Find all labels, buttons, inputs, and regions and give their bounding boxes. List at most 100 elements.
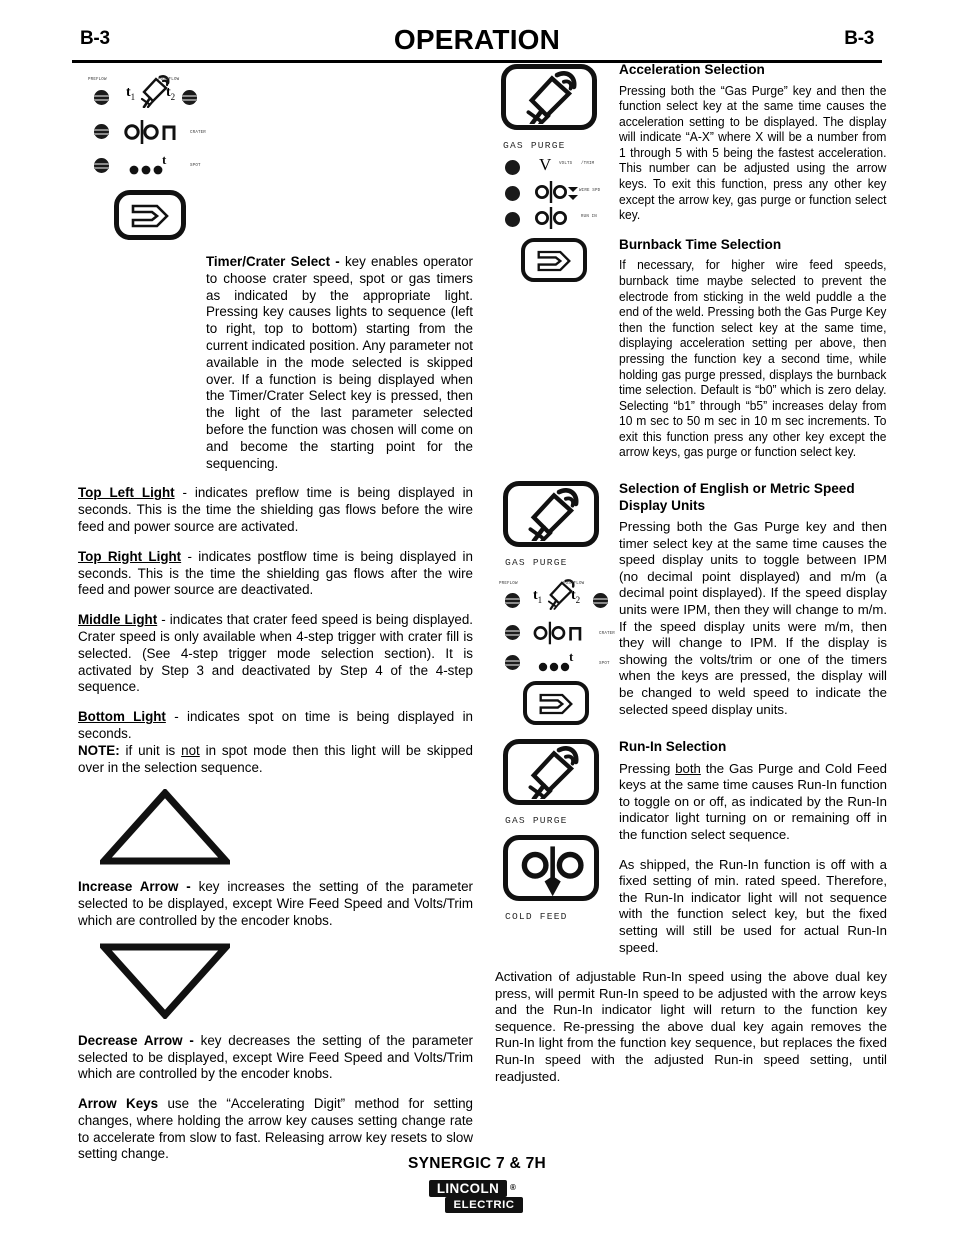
preflow-indicator-led bbox=[94, 90, 109, 105]
note-label: NOTE: bbox=[78, 742, 120, 758]
arrow-keys-block: Arrow Keys use the “Accelerating Digit” … bbox=[78, 1096, 473, 1163]
middle-light-block: Middle Light - indicates that crater fee… bbox=[78, 612, 473, 696]
postflow-label: POSTFLOW bbox=[563, 581, 585, 586]
cold-feed-key[interactable] bbox=[503, 835, 599, 902]
timer-crater-body: key enables operator to choose crater sp… bbox=[206, 254, 474, 471]
logo-electric-text: ELECTRIC bbox=[445, 1197, 523, 1213]
t1-glyph: t1 bbox=[533, 588, 543, 605]
gas-purge-key[interactable] bbox=[503, 739, 599, 806]
page-title: OPERATION bbox=[393, 24, 561, 55]
burnback-paragraph: If necessary, for higher wire feed speed… bbox=[619, 258, 887, 460]
page-number-right: B-3 bbox=[844, 28, 874, 49]
top-left-light-block: Top Left Light - indicates preflow time … bbox=[78, 485, 473, 535]
spot-dots-icon: t bbox=[129, 152, 167, 175]
crater-indicator-led bbox=[94, 124, 109, 139]
logo-lincoln-text: LINCOLN bbox=[429, 1180, 507, 1197]
registered-trademark-icon: ® bbox=[510, 1183, 516, 1192]
gas-purge-key-label: GAS PURGE bbox=[503, 140, 566, 151]
svg-text:t: t bbox=[569, 649, 574, 664]
increase-arrow-icon[interactable] bbox=[100, 789, 230, 865]
gas-purge-torch-icon bbox=[526, 70, 577, 124]
units-section-wrap: GAS PURGE PREFLOW t1 t2 POSTFLOW CRATER … bbox=[495, 481, 887, 731]
postflow-label: POSTFLOW bbox=[158, 77, 180, 82]
cold-feed-icon bbox=[521, 846, 584, 897]
product-name: SYNERGIC 7 & 7H bbox=[407, 1155, 546, 1172]
timer-crater-lead: Timer/Crater Select - bbox=[206, 254, 345, 269]
function-select-key[interactable] bbox=[521, 238, 587, 282]
crater-indicator-led bbox=[505, 625, 520, 641]
document-page: B-3 OPERATION B-3 PREFLOW t1 t2 POSTFLOW… bbox=[0, 0, 954, 1235]
increase-arrow-art-wrap bbox=[78, 789, 473, 869]
decrease-arrow-lead: Decrease Arrow - bbox=[78, 1032, 201, 1048]
t1-glyph: t1 bbox=[126, 85, 136, 102]
arrow-keys-lead: Arrow Keys bbox=[78, 1096, 168, 1112]
spot-mode-note: NOTE: if unit is not in spot mode then t… bbox=[78, 743, 473, 777]
gas-purge-torch-icon bbox=[528, 746, 579, 800]
crater-waveform-icon bbox=[533, 621, 582, 645]
trim-micro-label: /TRIM bbox=[581, 161, 595, 166]
postflow-indicator-led bbox=[182, 90, 197, 105]
wire-speed-icon bbox=[535, 181, 578, 203]
preflow-label: PREFLOW bbox=[499, 581, 518, 586]
run-in-text: Run-In Selection Pressing both the Gas P… bbox=[619, 739, 887, 956]
run-in-paragraph-3: Activation of adjustable Run-In speed us… bbox=[495, 969, 887, 1084]
spot-label: SPOT bbox=[599, 661, 610, 666]
page-footer: SYNERGIC 7 & 7H LINCOLN ® ELECTRIC bbox=[0, 1155, 954, 1219]
acceleration-heading: Acceleration Selection bbox=[619, 62, 765, 77]
decrease-arrow-block: Decrease Arrow - key decreases the setti… bbox=[78, 1033, 473, 1083]
decrease-arrow-icon[interactable] bbox=[100, 943, 230, 1019]
preflow-label: PREFLOW bbox=[88, 77, 107, 82]
intro-with-art: PREFLOW t1 t2 POSTFLOW CRATER t SPOT Tim… bbox=[78, 62, 473, 472]
left-column: PREFLOW t1 t2 POSTFLOW CRATER t SPOT Tim… bbox=[78, 62, 473, 1176]
gas-purge-function-panel-diagram: GAS PURGE V VOLTS /TRIM WIRE SPD RUN IN bbox=[495, 62, 615, 290]
volts-symbol: V bbox=[539, 155, 552, 174]
timer-crater-select-text: Timer/Crater Select - key enables operat… bbox=[206, 254, 473, 472]
return-arrow-icon bbox=[537, 250, 571, 272]
run-in-section-wrap: GAS PURGE COLD FEED Run-In Selection Pre… bbox=[495, 739, 887, 956]
return-arrow-icon bbox=[131, 204, 169, 228]
bottom-light-block: Bottom Light - indicates spot on time is… bbox=[78, 709, 473, 743]
t2-glyph: t2 bbox=[571, 588, 581, 605]
gas-purge-timer-panel-diagram: GAS PURGE PREFLOW t1 t2 POSTFLOW CRATER … bbox=[495, 481, 619, 727]
run-in-icon bbox=[535, 207, 567, 229]
page-header: B-3 OPERATION B-3 bbox=[72, 24, 882, 64]
middle-light-lead: Middle Light bbox=[78, 612, 158, 628]
increase-arrow-lead: Increase Arrow - bbox=[78, 879, 199, 895]
crater-label: CRATER bbox=[190, 130, 206, 135]
note-emphasis: not bbox=[181, 742, 200, 758]
run-in-heading: Run-In Selection bbox=[619, 739, 727, 755]
crater-waveform-icon bbox=[124, 120, 176, 144]
run-in-emphasis: both bbox=[675, 760, 701, 776]
top-right-light-lead: Top Right Light bbox=[78, 548, 182, 564]
units-text: Selection of English or Metric Speed Dis… bbox=[619, 481, 887, 718]
gas-purge-key[interactable] bbox=[503, 481, 599, 548]
spot-label: SPOT bbox=[190, 163, 201, 168]
bottom-light-lead: Bottom Light bbox=[78, 709, 166, 725]
acceleration-paragraph: Pressing both the “Gas Purge” key and th… bbox=[619, 83, 887, 223]
increase-arrow-block: Increase Arrow - key increases the setti… bbox=[78, 879, 473, 929]
timer-crater-select-key[interactable] bbox=[114, 190, 186, 240]
run-in-micro-label: RUN IN bbox=[581, 214, 597, 219]
gas-purge-key-label: GAS PURGE bbox=[505, 815, 568, 827]
burnback-heading: Burnback Time Selection bbox=[619, 236, 782, 252]
spot-dots-icon: t bbox=[538, 649, 574, 672]
crater-label: CRATER bbox=[599, 631, 615, 636]
decrease-arrow-art-wrap bbox=[78, 943, 473, 1023]
svg-text:t: t bbox=[162, 152, 167, 167]
acceleration-section-wrap: GAS PURGE V VOLTS /TRIM WIRE SPD RUN IN … bbox=[495, 62, 887, 461]
units-paragraph: Pressing both the Gas Purge key and then… bbox=[619, 519, 887, 717]
gas-purge-torch-icon bbox=[528, 488, 579, 542]
timer-select-key[interactable] bbox=[523, 681, 589, 726]
preflow-indicator-led bbox=[505, 593, 520, 609]
top-right-light-block: Top Right Light - indicates postflow tim… bbox=[78, 549, 473, 599]
gas-purge-key[interactable] bbox=[501, 64, 597, 130]
gas-purge-key-label: GAS PURGE bbox=[505, 557, 568, 569]
timer-crater-panel-diagram: PREFLOW t1 t2 POSTFLOW CRATER t SPOT bbox=[78, 62, 206, 254]
note-text-before: if unit is bbox=[119, 742, 182, 758]
gas-purge-cold-feed-panel-diagram: GAS PURGE COLD FEED bbox=[495, 739, 619, 935]
lincoln-electric-logo: LINCOLN ® ELECTRIC bbox=[429, 1180, 525, 1214]
cold-feed-key-label: COLD FEED bbox=[505, 911, 568, 923]
spot-indicator-led bbox=[94, 158, 109, 173]
acceleration-text: Acceleration Selection Pressing both the… bbox=[619, 62, 887, 461]
wire-speed-led bbox=[505, 186, 520, 201]
